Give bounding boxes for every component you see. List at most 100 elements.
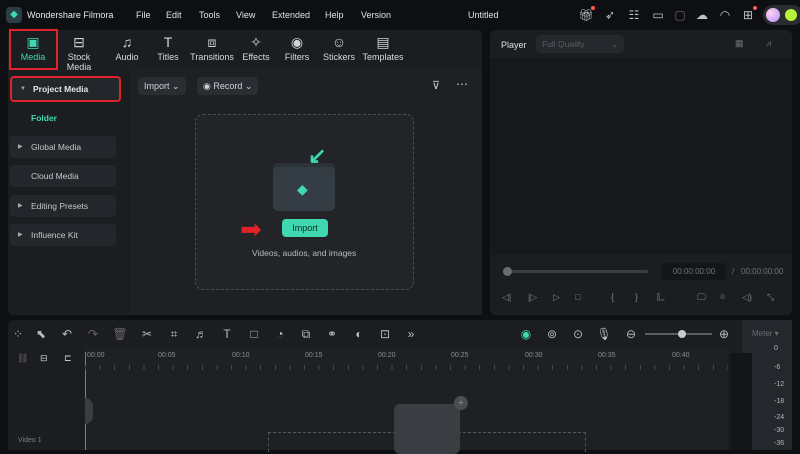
shape-icon[interactable]: □	[246, 327, 262, 341]
add-track-icon[interactable]: ⊟	[40, 353, 48, 364]
gift-icon[interactable]: 🎁︎	[578, 6, 595, 23]
avatar[interactable]	[766, 8, 780, 22]
redo-icon[interactable]: ↷	[85, 327, 101, 341]
grid-view-icon[interactable]: ▦	[735, 38, 744, 49]
tab-effects[interactable]: ✧ Effects	[233, 32, 279, 62]
meter-dropdown[interactable]: Meter ▾	[752, 329, 779, 338]
meter-bar-left	[730, 353, 752, 450]
keyframe-icon[interactable]: ⧉	[298, 327, 314, 342]
headset-icon[interactable]: ◠	[717, 7, 733, 23]
waveform-icon[interactable]: ⩘	[766, 38, 771, 49]
menu-version[interactable]: Version	[361, 10, 391, 20]
meter-tick: -6	[774, 364, 781, 371]
ruler-label: 00:35	[598, 352, 616, 359]
chevron-down-icon: ⌄	[610, 39, 618, 49]
playback-progress-track[interactable]	[503, 267, 648, 276]
link-icon[interactable]: ⛓︎	[17, 353, 28, 364]
microphone-icon[interactable]: 🎙︎	[596, 327, 612, 341]
templates-icon: ▤	[376, 34, 390, 50]
snapshot-camera-icon[interactable]: ⌾	[720, 292, 725, 303]
audio-icon[interactable]: ♬	[193, 327, 209, 341]
tab-stock-media[interactable]: ⊟ Stock Media	[56, 32, 102, 72]
sidebar-influence-kit[interactable]: ▶ Influence Kit	[10, 224, 116, 246]
select-tool-icon[interactable]: ⬉	[33, 327, 49, 341]
tab-media[interactable]: ▣ Media	[10, 32, 56, 62]
project-title: Untitled	[468, 10, 499, 20]
next-frame-icon[interactable]: |▷	[528, 292, 537, 303]
ai-copilot-icon[interactable]: ◉	[518, 327, 534, 341]
expand-triangle-icon: ▼	[20, 86, 26, 92]
quality-dropdown[interactable]: Full Quality ⌄	[536, 35, 624, 53]
playhead-handle[interactable]	[503, 267, 512, 276]
mark-out-icon[interactable]: }	[635, 292, 638, 302]
menu-help[interactable]: Help	[325, 10, 344, 20]
play-icon[interactable]: ▷	[553, 292, 560, 303]
music-note-icon: ♫	[121, 34, 133, 50]
fullscreen-icon[interactable]: ⤡	[767, 292, 774, 303]
send-icon[interactable]: ➶	[602, 7, 618, 23]
undo-icon[interactable]: ↶	[59, 327, 75, 341]
volume-icon[interactable]: ◁)	[742, 292, 752, 303]
title-bar: ◆ Wondershare Filmora File Edit Tools Vi…	[0, 0, 800, 30]
sidebar-global-media[interactable]: ▶ Global Media	[10, 136, 116, 158]
layout-icon[interactable]: ▭	[650, 7, 666, 23]
layout-grid-icon[interactable]: ⁘	[10, 327, 26, 341]
mark-in-icon[interactable]: {	[611, 292, 614, 302]
more-options-icon[interactable]: ⋯	[456, 77, 468, 91]
ai-audio-icon[interactable]: ◐	[351, 327, 367, 341]
apps-grid-icon[interactable]: ⊞	[740, 6, 757, 23]
auto-sync-icon[interactable]: ⊚	[544, 327, 560, 341]
ruler-label: 00:25	[451, 352, 469, 359]
menu-extended[interactable]: Extended	[272, 10, 310, 20]
meter-tick: -18	[774, 398, 785, 405]
stop-icon[interactable]: □	[575, 292, 580, 302]
import-button[interactable]: Import	[282, 219, 328, 237]
tab-audio[interactable]: ♫ Audio	[104, 32, 150, 62]
tab-templates[interactable]: ▤ Templates	[358, 32, 408, 62]
speed-icon[interactable]: ◔	[272, 327, 288, 341]
track-manager-icon[interactable]: ⊏	[64, 353, 72, 364]
cloud-upload-icon[interactable]: ☁	[694, 7, 710, 23]
sidebar-folder[interactable]: Folder	[31, 113, 57, 123]
previous-frame-icon[interactable]: ◁|	[502, 292, 511, 303]
ai-tool-icon[interactable]: ⊡	[377, 327, 393, 341]
media-icon: ▣	[26, 34, 40, 50]
expand-triangle-icon: ▶	[18, 144, 23, 150]
task-list-icon[interactable]: ☷	[626, 7, 642, 23]
insert-clip-icon[interactable]: ⫿⌄	[657, 292, 665, 303]
save-icon[interactable]: ▢	[672, 7, 688, 23]
record-dropdown[interactable]: ◉ Record ⌄	[197, 77, 259, 95]
text-icon[interactable]: T	[219, 327, 235, 341]
menu-edit[interactable]: Edit	[166, 10, 182, 20]
tab-titles[interactable]: T Titles	[145, 32, 191, 62]
record-screen-icon[interactable]: ⊙	[570, 327, 586, 341]
tab-stickers[interactable]: ☺ Stickers	[316, 32, 362, 62]
sidebar-project-media[interactable]: ▼ Project Media	[10, 76, 121, 102]
text-t-icon: T	[163, 34, 173, 50]
tab-transitions[interactable]: ⧈ Transitions	[189, 32, 235, 62]
tab-filters[interactable]: ◉ Filters	[274, 32, 320, 62]
zoom-out-icon[interactable]: ⊖	[623, 327, 639, 341]
track-collapse-handle[interactable]	[85, 398, 93, 424]
delete-icon[interactable]: 🗑︎	[112, 327, 128, 341]
upgrade-icon[interactable]	[785, 9, 797, 21]
menu-view[interactable]: View	[236, 10, 255, 20]
zoom-in-icon[interactable]: ⊕	[716, 327, 732, 341]
crop-icon[interactable]: ⌗	[166, 327, 182, 342]
sidebar-editing-presets[interactable]: ▶ Editing Presets	[10, 195, 116, 217]
account-area[interactable]	[763, 5, 800, 25]
import-dropdown[interactable]: Import ⌄	[138, 77, 186, 95]
menu-tools[interactable]: Tools	[199, 10, 220, 20]
color-icon[interactable]: ⚭	[324, 327, 340, 341]
zoom-slider-handle[interactable]	[678, 330, 686, 338]
zoom-slider[interactable]	[645, 330, 712, 338]
more-tools-icon[interactable]: »	[403, 327, 419, 341]
sidebar-cloud-media[interactable]: Cloud Media	[10, 165, 116, 187]
filter-sort-icon[interactable]: ⊽	[432, 79, 440, 92]
display-monitor-icon[interactable]: 🖵︎	[697, 292, 706, 303]
current-time[interactable]: 00:00:00:00	[662, 263, 726, 280]
ruler-label: 00:20	[378, 352, 396, 359]
cut-scissors-icon[interactable]: ✂	[139, 327, 155, 341]
menu-file[interactable]: File	[136, 10, 151, 20]
meter-tick: -30	[774, 427, 785, 434]
